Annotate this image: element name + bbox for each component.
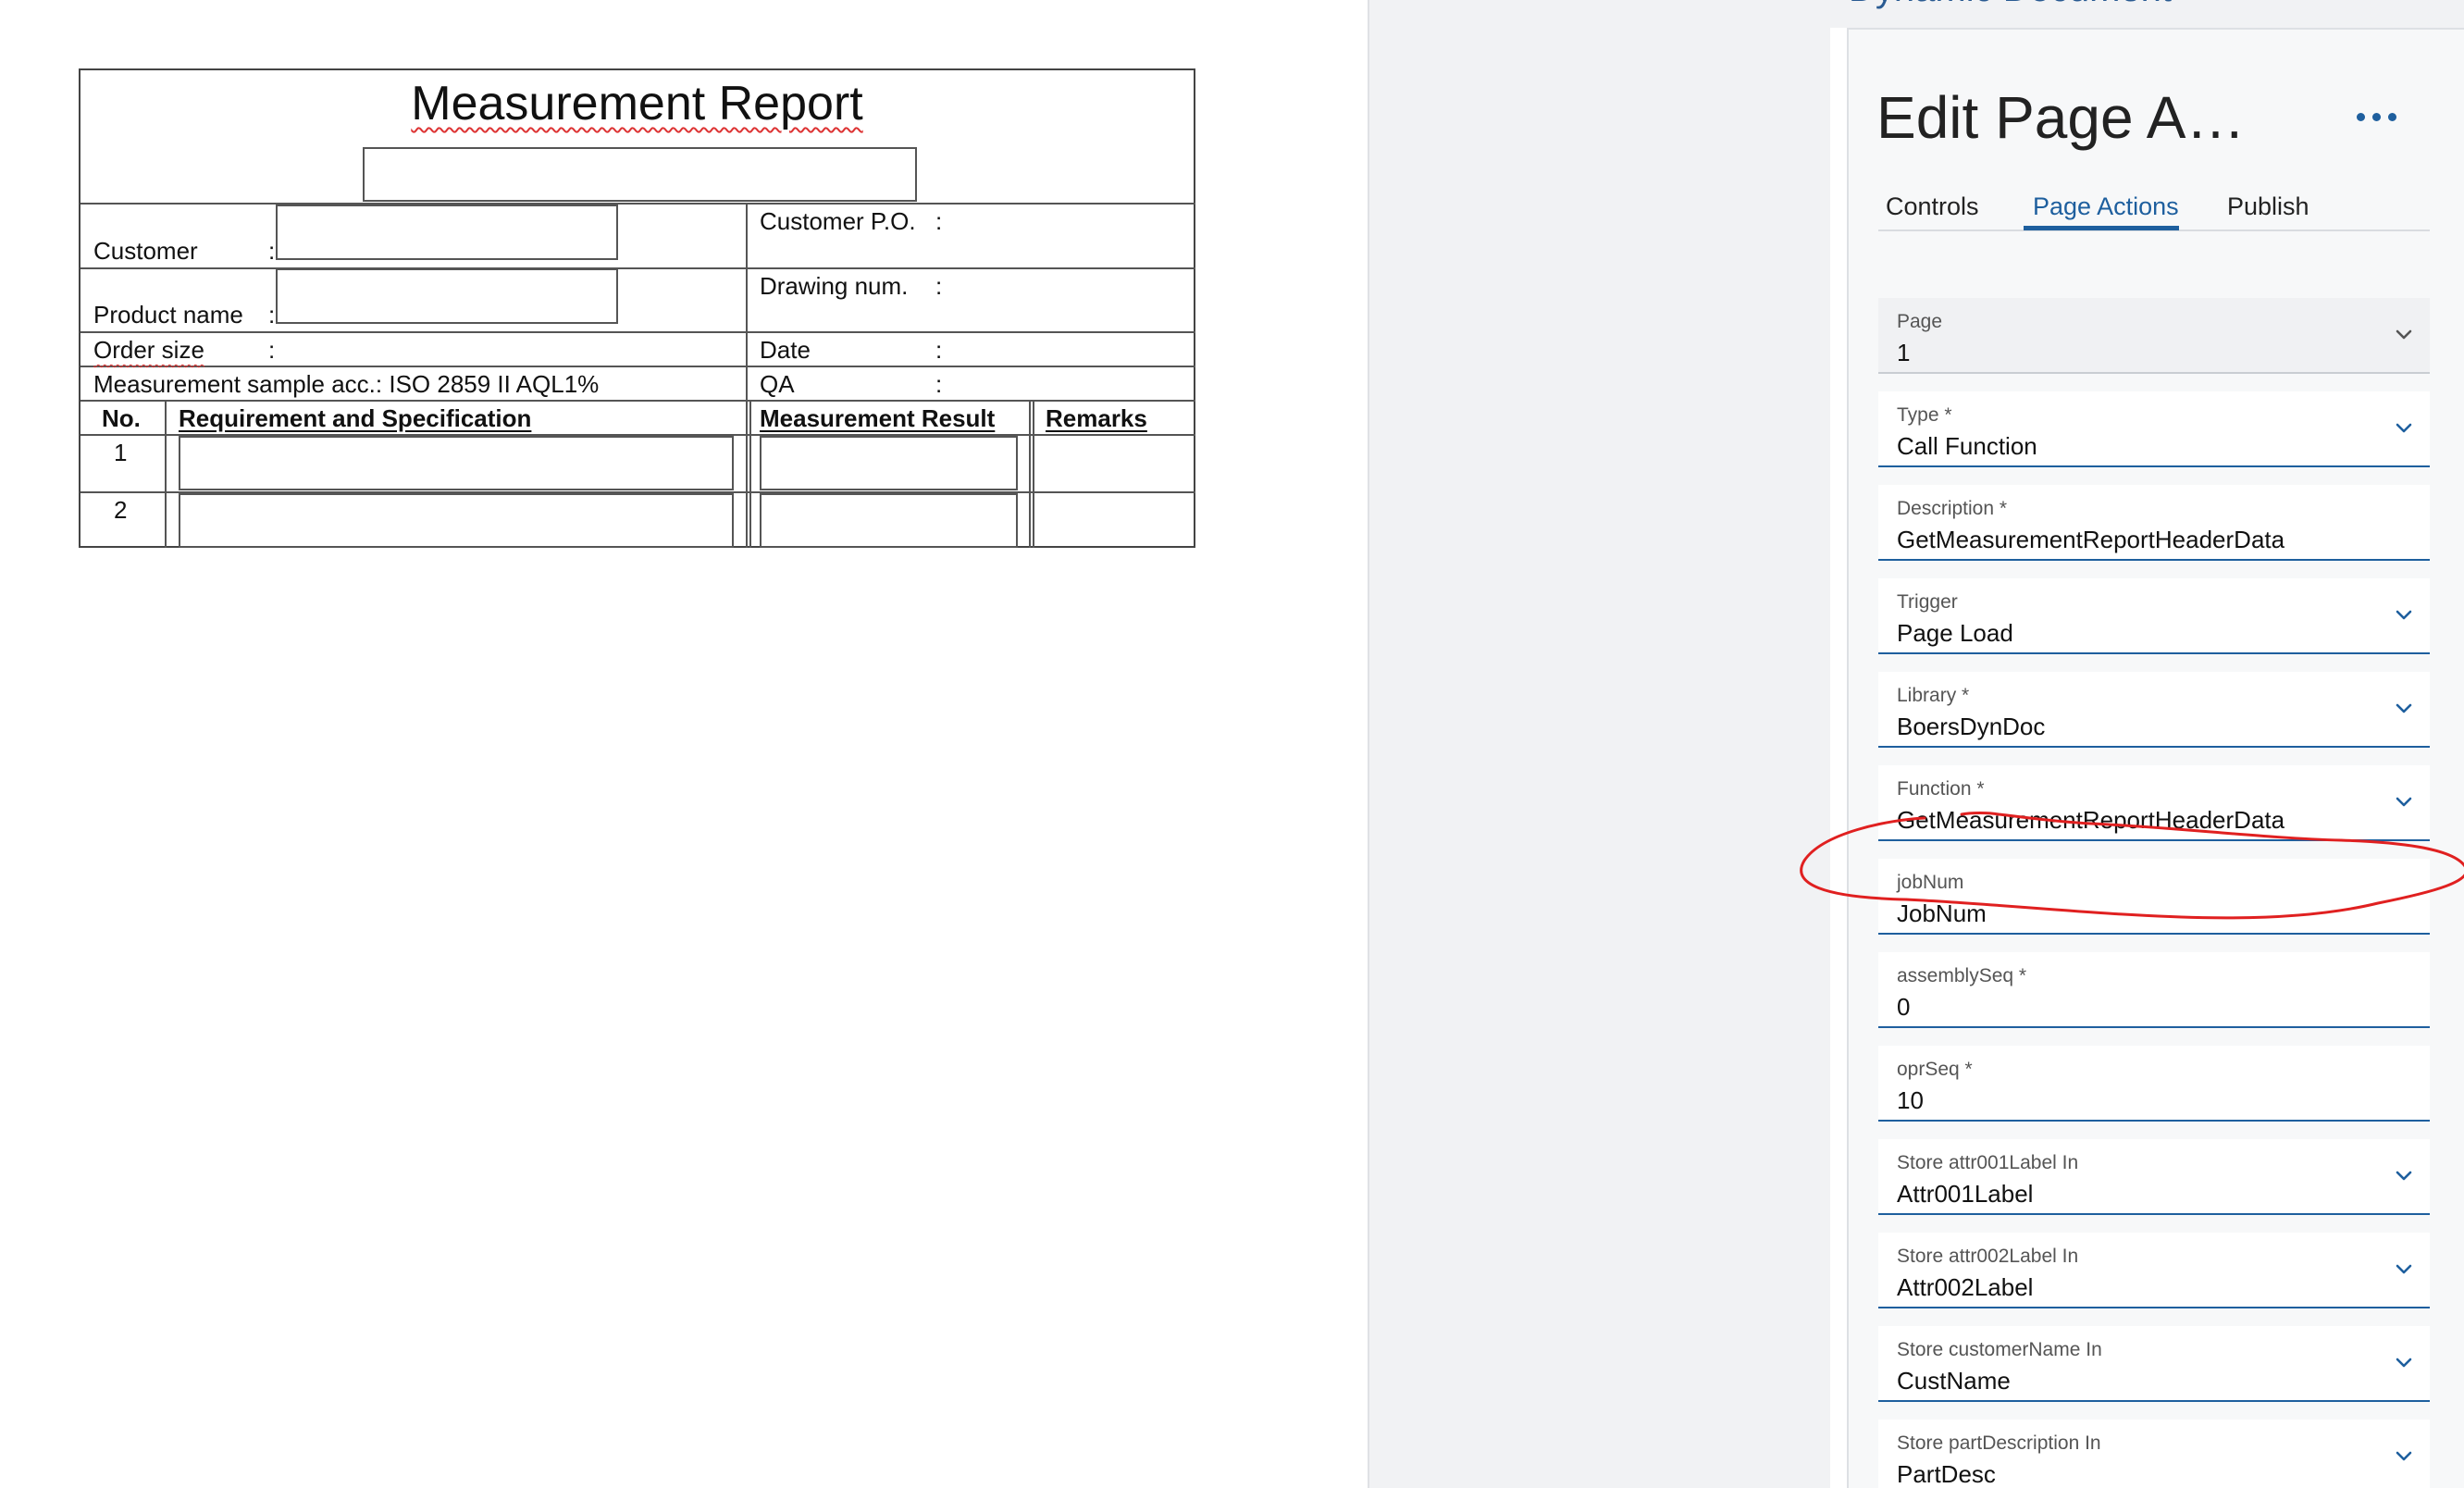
colon: : — [268, 237, 276, 265]
canvas-gutter — [1368, 0, 1830, 1488]
result-input-box[interactable] — [760, 493, 1018, 548]
field-value[interactable]: Page Load — [1897, 619, 2013, 648]
requirement-input-box[interactable] — [179, 493, 734, 548]
field-trigger[interactable]: Trigger Page Load — [1878, 578, 2430, 654]
field-label: Type * — [1897, 404, 1952, 426]
tab-publish[interactable]: Publish — [2227, 192, 2309, 221]
result-header: Measurement Result — [760, 404, 996, 432]
grid-line — [80, 331, 1195, 333]
chevron-down-icon[interactable] — [2391, 602, 2417, 628]
colon: : — [268, 336, 276, 364]
drawing-num-label: Drawing num. — [760, 272, 909, 300]
report-title: Measurement Report — [411, 77, 863, 130]
row-number: 1 — [114, 439, 128, 466]
field-label: Store attr001Label In — [1897, 1152, 2079, 1173]
result-input-box[interactable] — [760, 436, 1018, 490]
field-label: assemblySeq * — [1897, 965, 2027, 986]
field-store-attr002label-in[interactable]: Store attr002Label In Attr002Label — [1878, 1233, 2430, 1308]
chevron-down-icon[interactable] — [2391, 1350, 2417, 1376]
field-store-customername-in[interactable]: Store customerName In CustName — [1878, 1326, 2430, 1402]
grid-line — [746, 400, 751, 548]
field-value[interactable]: BoersDynDoc — [1897, 713, 2045, 741]
field-library[interactable]: Library * BoersDynDoc — [1878, 672, 2430, 748]
qa-label: QA — [760, 370, 795, 398]
field-oprseq[interactable]: oprSeq * 10 — [1878, 1046, 2430, 1122]
chevron-down-icon[interactable] — [2391, 1257, 2417, 1283]
tab-controls[interactable]: Controls — [1886, 192, 1979, 221]
date-label: Date — [760, 336, 811, 364]
field-value[interactable]: PartDesc — [1897, 1460, 1996, 1488]
background-header: Dynamic Document — [1830, 0, 2464, 28]
field-value[interactable]: GetMeasurementReportHeaderData — [1897, 806, 2284, 835]
field-label: Trigger — [1897, 591, 1958, 613]
colon: : — [268, 301, 276, 329]
row-number: 2 — [114, 496, 128, 524]
field-value[interactable]: 1 — [1897, 339, 1910, 367]
field-value[interactable]: 10 — [1897, 1086, 1924, 1115]
field-assemblyseq[interactable]: assemblySeq * 0 — [1878, 952, 2430, 1028]
grid-line — [1029, 400, 1034, 548]
customer-po-label: Customer P.O. — [760, 207, 916, 235]
grid-line — [80, 267, 1195, 269]
field-store-partdescription-in[interactable]: Store partDescription In PartDesc — [1878, 1420, 2430, 1488]
field-value[interactable]: GetMeasurementReportHeaderData — [1897, 526, 2284, 554]
field-label: Store partDescription In — [1897, 1432, 2101, 1454]
grid-line — [80, 203, 1195, 205]
field-label: Library * — [1897, 685, 1970, 706]
field-label: jobNum — [1897, 872, 1964, 893]
no-header: No. — [102, 404, 141, 432]
more-options-icon[interactable] — [2357, 111, 2397, 124]
requirement-header: Requirement and Specification — [179, 404, 532, 432]
panel-title: Edit Page A… — [1876, 84, 2246, 151]
measurement-report-form: Measurement Report Customer : Product na… — [79, 68, 1195, 548]
product-name-label: Product name — [93, 301, 243, 329]
remarks-header: Remarks — [1046, 404, 1147, 432]
colon: : — [935, 207, 943, 235]
active-tab-indicator — [2024, 226, 2179, 230]
chevron-down-icon[interactable] — [2391, 322, 2417, 348]
document-canvas: Measurement Report Customer : Product na… — [0, 0, 1368, 1488]
field-type[interactable]: Type * Call Function — [1878, 391, 2430, 467]
field-value[interactable]: Call Function — [1897, 432, 2037, 461]
field-label: Function * — [1897, 778, 1985, 800]
chevron-down-icon[interactable] — [2391, 696, 2417, 722]
grid-line — [165, 400, 167, 548]
order-size-label: Order size — [93, 336, 204, 364]
field-label: oprSeq * — [1897, 1059, 1973, 1080]
field-label: Page — [1897, 311, 1943, 332]
grid-line — [80, 366, 1195, 367]
edit-page-actions-panel: Edit Page A… Controls Page Actions Publi… — [1847, 28, 2464, 1488]
tab-page-actions[interactable]: Page Actions — [2033, 192, 2179, 221]
requirement-input-box[interactable] — [179, 436, 734, 490]
customer-label: Customer — [93, 237, 198, 265]
field-value[interactable]: JobNum — [1897, 899, 1987, 928]
title-input-box[interactable] — [363, 147, 917, 202]
colon: : — [935, 336, 943, 364]
field-value[interactable]: CustName — [1897, 1367, 2011, 1395]
chevron-down-icon[interactable] — [2391, 1444, 2417, 1469]
field-label: Store customerName In — [1897, 1339, 2102, 1360]
chevron-down-icon[interactable] — [2391, 1163, 2417, 1189]
field-description[interactable]: Description * GetMeasurementReportHeaderD… — [1878, 485, 2430, 561]
field-value[interactable]: Attr002Label — [1897, 1273, 2033, 1302]
grid-line — [746, 203, 748, 400]
field-function[interactable]: Function * GetMeasurementReportHeaderData — [1878, 765, 2430, 841]
colon: : — [935, 272, 943, 300]
field-value[interactable]: 0 — [1897, 993, 1910, 1022]
chevron-down-icon[interactable] — [2391, 415, 2417, 441]
colon: : — [935, 370, 943, 398]
field-label: Store attr002Label In — [1897, 1246, 2079, 1267]
sample-label: Measurement sample acc.: ISO 2859 II AQL… — [93, 370, 600, 398]
chevron-down-icon[interactable] — [2391, 789, 2417, 815]
field-value[interactable]: Attr001Label — [1897, 1180, 2033, 1209]
field-jobnum[interactable]: jobNum JobNum — [1878, 859, 2430, 935]
background-title: Dynamic Document — [1849, 0, 2172, 10]
field-label: Description * — [1897, 498, 2008, 519]
product-name-input-box[interactable] — [276, 268, 618, 324]
field-page[interactable]: Page 1 — [1878, 298, 2430, 374]
customer-input-box[interactable] — [276, 205, 618, 260]
field-store-attr001label-in[interactable]: Store attr001Label In Attr001Label — [1878, 1139, 2430, 1215]
